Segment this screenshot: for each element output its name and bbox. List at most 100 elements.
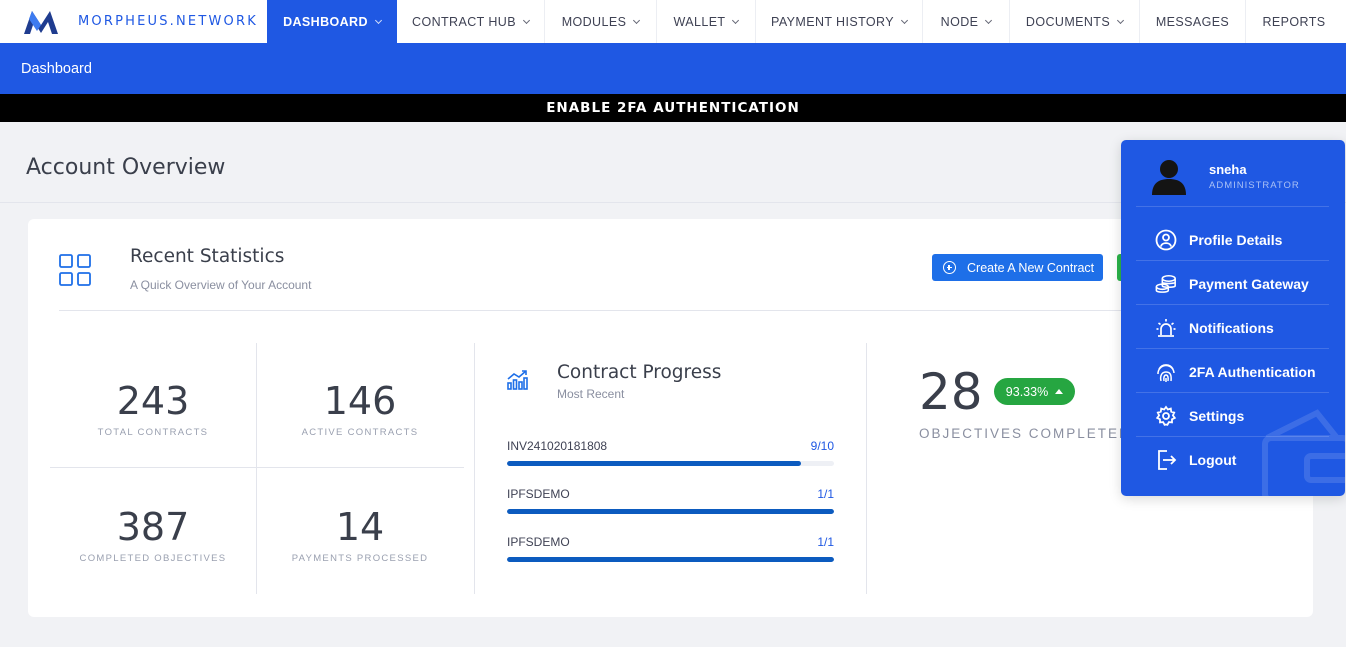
- plus-circle-icon: [943, 261, 956, 274]
- chevron-down-icon: [522, 16, 530, 24]
- progress-fill: [507, 557, 834, 562]
- chevron-down-icon: [732, 16, 740, 24]
- brand-name: MORPHEUS.NETWORK: [78, 14, 258, 29]
- user-name: sneha: [1209, 162, 1247, 177]
- gear-icon: [1155, 405, 1177, 426]
- menu-item-label: Logout: [1189, 452, 1237, 468]
- objectives-percent-badge: 93.33%: [994, 378, 1075, 405]
- progress-fill: [507, 461, 802, 466]
- chevron-down-icon: [985, 16, 993, 24]
- divider: [1136, 304, 1329, 305]
- nav-label: CONTRACT HUB: [412, 14, 516, 29]
- alarm-icon: [1156, 319, 1176, 337]
- stat-value: 387: [116, 505, 190, 549]
- wallet-watermark-icon: [1262, 409, 1345, 496]
- chevron-down-icon: [1117, 16, 1125, 24]
- breadcrumb: Dashboard: [0, 43, 1346, 94]
- divider: [1136, 206, 1329, 207]
- user-menu-dropdown: sneha ADMINISTRATOR Profile Details Paym…: [1121, 140, 1345, 496]
- brand[interactable]: MORPHEUS.NETWORK: [0, 0, 267, 43]
- card-title: Recent Statistics: [130, 246, 285, 267]
- nav-label: REPORTS: [1262, 14, 1326, 29]
- enable-2fa-banner[interactable]: ENABLE 2FA AUTHENTICATION: [0, 94, 1346, 122]
- nav-contract-hub[interactable]: CONTRACT HUB: [397, 0, 545, 43]
- create-contract-button[interactable]: Create A New Contract: [932, 254, 1103, 281]
- progress-item[interactable]: IPFSDEMO 1/1: [507, 535, 834, 562]
- nav-label: NODE: [940, 14, 979, 29]
- stat-label: COMPLETED OBJECTIVES: [79, 553, 227, 564]
- menu-item-notifications[interactable]: Notifications: [1155, 317, 1274, 339]
- divider: [50, 467, 464, 468]
- menu-item-settings[interactable]: Settings: [1155, 405, 1244, 427]
- breadcrumb-dashboard[interactable]: Dashboard: [21, 61, 92, 77]
- nav-label: PAYMENT HISTORY: [771, 14, 894, 29]
- contract-progress-title: Contract Progress: [557, 362, 722, 383]
- nav-label: DOCUMENTS: [1025, 14, 1111, 29]
- stat-label: PAYMENTS PROCESSED: [291, 553, 429, 564]
- stat-label: ACTIVE CONTRACTS: [301, 427, 419, 438]
- menu-item-logout[interactable]: Logout: [1155, 449, 1236, 471]
- menu-item-label: Notifications: [1189, 320, 1274, 336]
- menu-item-label: Profile Details: [1189, 232, 1283, 248]
- divider: [59, 310, 1169, 311]
- nav-messages[interactable]: MESSAGES: [1140, 0, 1246, 43]
- progress-fill: [507, 509, 834, 514]
- menu-item-2fa-authentication[interactable]: 2FA Authentication: [1155, 361, 1316, 383]
- chevron-down-icon: [633, 16, 641, 24]
- divider: [1136, 436, 1329, 437]
- progress-name: IPFSDEMO: [507, 487, 570, 501]
- nav-documents[interactable]: DOCUMENTS: [1010, 0, 1140, 43]
- progress-item[interactable]: INV241020181808 9/10: [507, 439, 834, 466]
- nav-modules[interactable]: MODULES: [545, 0, 657, 43]
- create-contract-label: Create A New Contract: [967, 260, 1095, 275]
- page-title: Account Overview: [26, 155, 226, 180]
- menu-item-label: Payment Gateway: [1189, 276, 1309, 292]
- stat-total-contracts: 243 TOTAL CONTRACTS: [50, 382, 256, 438]
- divider: [866, 343, 867, 594]
- progress-bar: [507, 461, 834, 466]
- progress-item[interactable]: IPFSDEMO 1/1: [507, 487, 834, 514]
- grid-icon: [59, 254, 91, 286]
- divider: [1136, 348, 1329, 349]
- stat-label: TOTAL CONTRACTS: [97, 427, 209, 438]
- profile-icon: [1155, 229, 1177, 251]
- progress-name: INV241020181808: [507, 439, 608, 453]
- card-subtitle: A Quick Overview of Your Account: [130, 278, 312, 292]
- nav-dashboard[interactable]: DASHBOARD: [267, 0, 397, 43]
- divider: [474, 343, 475, 594]
- nav-wallet[interactable]: WALLET: [657, 0, 756, 43]
- stat-value: 14: [335, 505, 385, 549]
- stat-completed-objectives: 387 COMPLETED OBJECTIVES: [50, 508, 256, 564]
- progress-bar: [507, 557, 834, 562]
- nav-label: MODULES: [561, 14, 627, 29]
- stat-value: 146: [323, 379, 397, 423]
- menu-item-label: 2FA Authentication: [1189, 364, 1316, 380]
- chevron-down-icon: [900, 16, 909, 24]
- progress-fraction: 1/1: [817, 487, 834, 501]
- trend-chart-icon: [507, 370, 528, 390]
- menu-item-payment-gateway[interactable]: Payment Gateway: [1155, 273, 1309, 295]
- progress-name: IPFSDEMO: [507, 535, 570, 549]
- nav-node[interactable]: NODE: [923, 0, 1010, 43]
- divider: [1136, 260, 1329, 261]
- nav-payment-history[interactable]: PAYMENT HISTORY: [756, 0, 923, 43]
- nav-label: WALLET: [673, 14, 726, 29]
- nav-label: MESSAGES: [1155, 14, 1230, 29]
- progress-fraction: 1/1: [817, 535, 834, 549]
- menu-item-label: Settings: [1189, 408, 1245, 424]
- objectives-value: 28: [919, 363, 983, 421]
- nav-reports[interactable]: REPORTS: [1246, 0, 1342, 43]
- badge-text: 93.33%: [1005, 384, 1049, 399]
- morpheus-logo-icon: [24, 10, 58, 34]
- divider: [1136, 392, 1329, 393]
- chevron-down-icon: [374, 16, 382, 24]
- caret-up-icon: [1055, 389, 1064, 394]
- menu-item-profile-details[interactable]: Profile Details: [1155, 229, 1282, 251]
- avatar[interactable]: [1149, 157, 1189, 195]
- top-navigation: MORPHEUS.NETWORK DASHBOARD CONTRACT HUB …: [0, 0, 1346, 43]
- coins-icon: [1155, 274, 1176, 293]
- stat-payments-processed: 14 PAYMENTS PROCESSED: [257, 508, 463, 564]
- nav-label: DASHBOARD: [283, 14, 368, 29]
- progress-bar: [507, 509, 834, 514]
- user-role: ADMINISTRATOR: [1209, 180, 1300, 191]
